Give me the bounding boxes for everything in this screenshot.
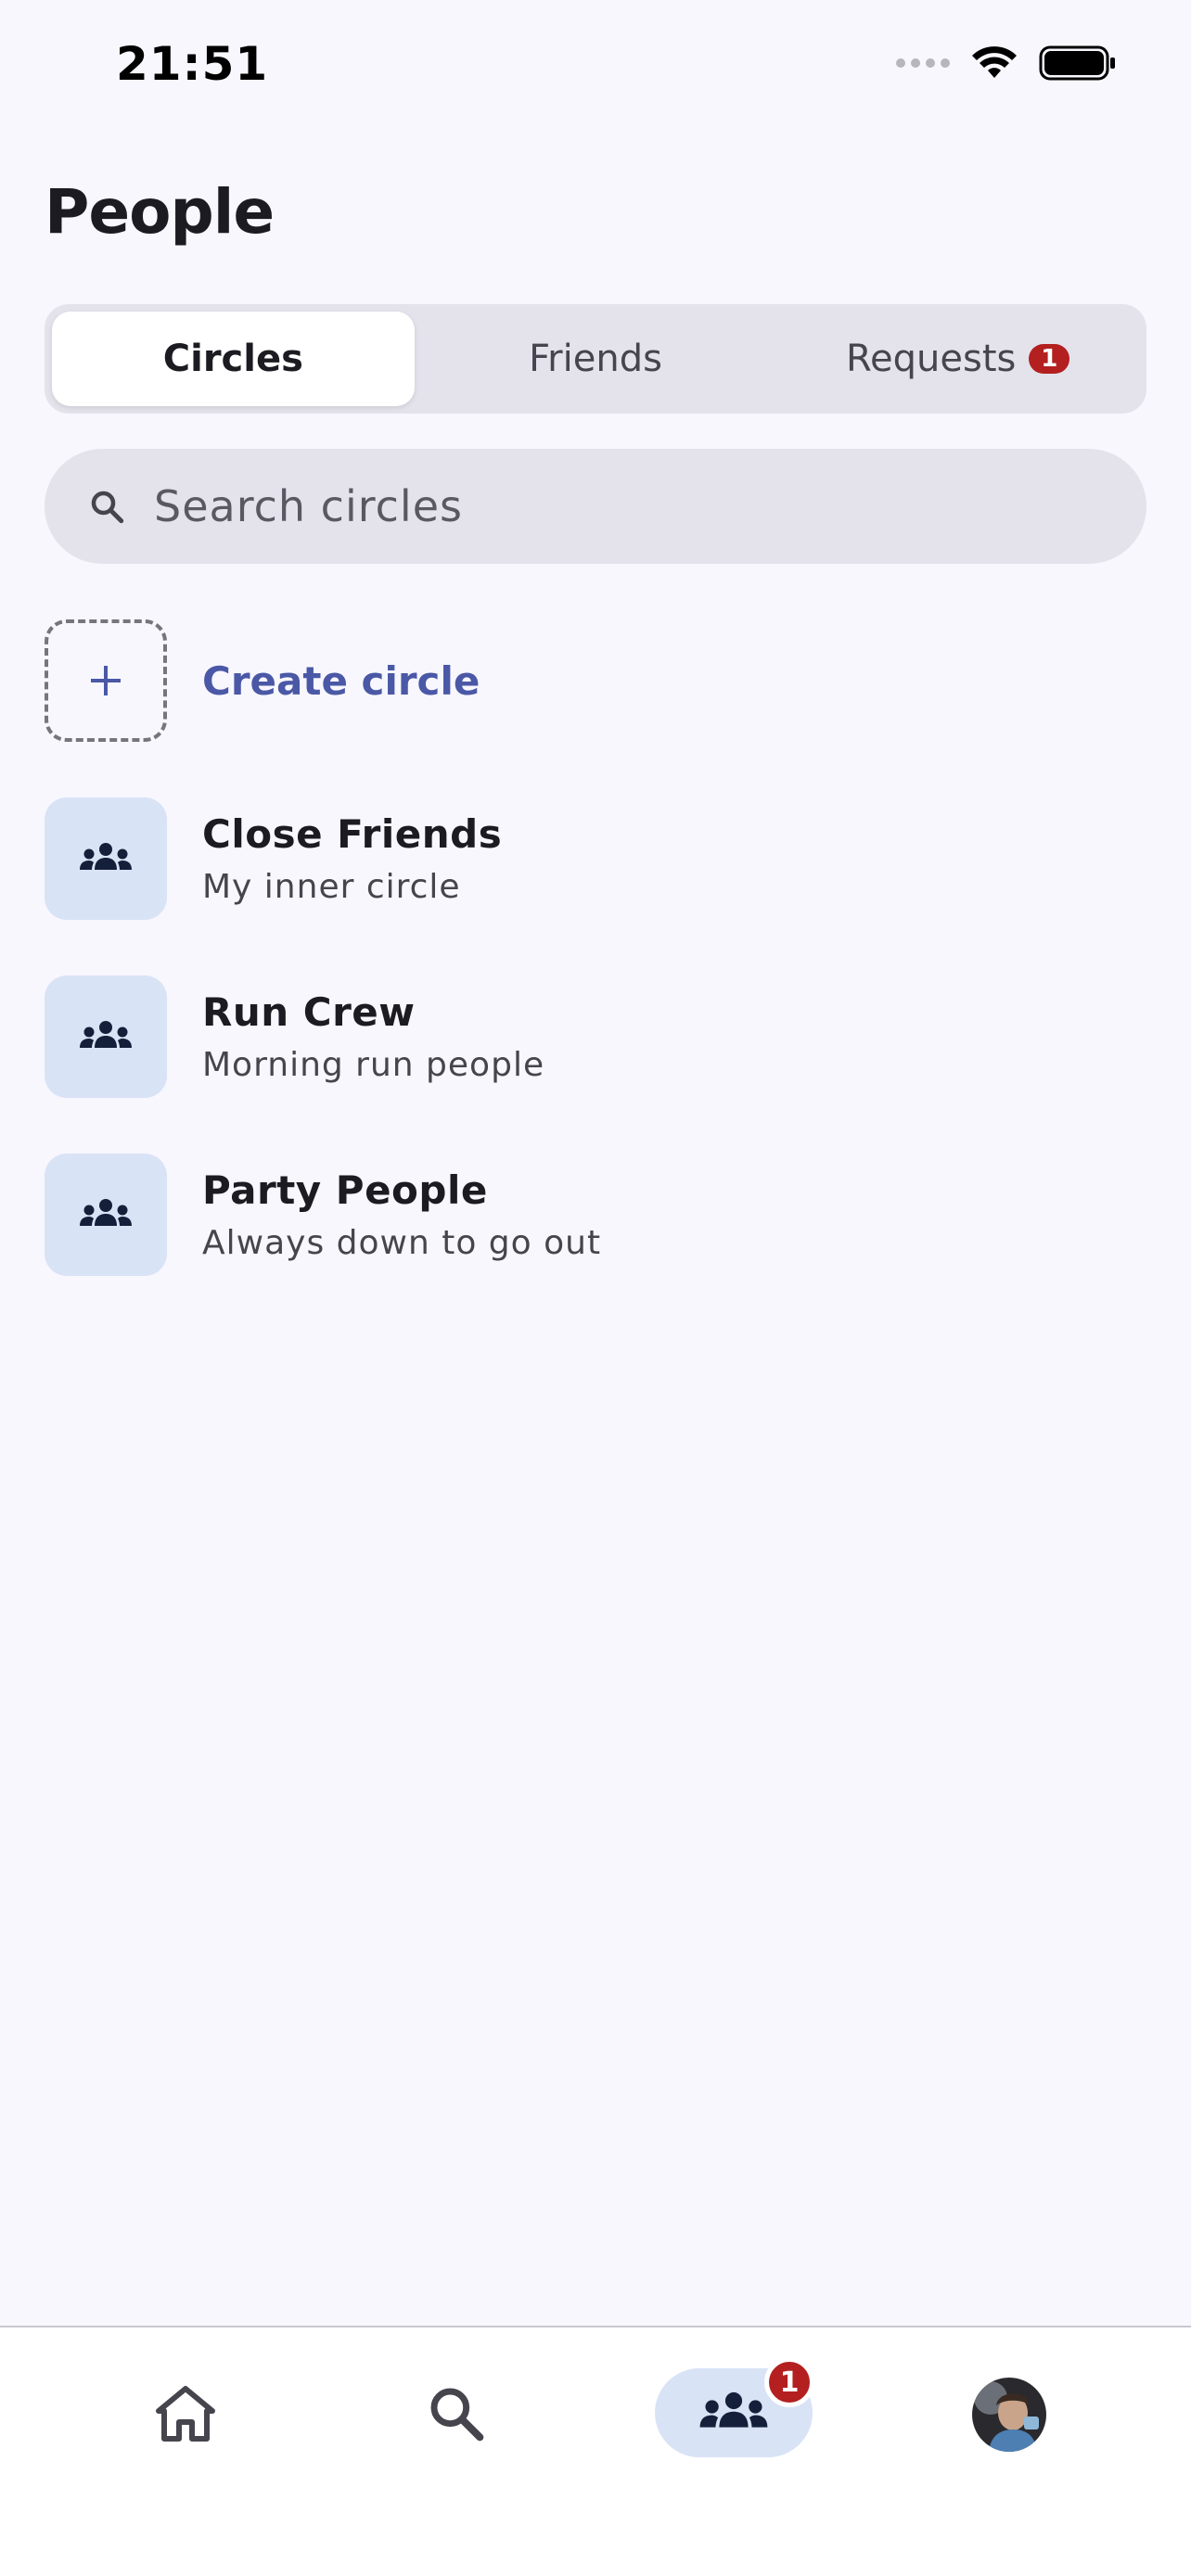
list-item-text: Run Crew Morning run people <box>202 989 544 1084</box>
nav-people[interactable]: 1 <box>655 2357 814 2457</box>
avatar <box>972 2378 1046 2452</box>
segmented-tabs: Circles Friends Requests 1 <box>45 304 1146 414</box>
plus-icon <box>91 666 121 695</box>
list-item[interactable]: Party People Always down to go out <box>45 1154 1146 1276</box>
cellular-signal-icon <box>896 58 950 68</box>
home-icon <box>156 2386 215 2442</box>
people-badge: 1 <box>764 2357 814 2407</box>
wifi-icon <box>972 46 1017 78</box>
circle-title: Party People <box>202 1167 488 1213</box>
create-circle-tile <box>45 619 167 742</box>
page-title: People <box>45 176 275 248</box>
circle-subtitle: My inner circle <box>202 868 461 906</box>
nav-search[interactable] <box>410 2363 503 2465</box>
circle-title: Close Friends <box>202 811 503 857</box>
group-icon <box>80 843 132 870</box>
nav-profile[interactable] <box>972 2378 1046 2452</box>
circle-subtitle: Always down to go out <box>202 1224 602 1262</box>
create-circle-label: Create circle <box>202 657 480 704</box>
list-item-text: Party People Always down to go out <box>202 1167 601 1262</box>
circle-title: Run Crew <box>202 989 416 1035</box>
list-item-text: Close Friends My inner circle <box>202 811 502 906</box>
people-screen: 21:51 People Circles Friends Requests 1 … <box>0 0 1191 2576</box>
list-item[interactable]: Close Friends My inner circle <box>45 797 1146 920</box>
status-icons <box>896 45 1117 82</box>
group-icon <box>80 1021 132 1048</box>
nav-home[interactable] <box>139 2363 232 2465</box>
circle-subtitle: Morning run people <box>202 1046 545 1084</box>
search-icon <box>430 2388 484 2442</box>
create-circle-button[interactable]: Create circle <box>45 619 1146 742</box>
tab-label: Circles <box>162 338 303 380</box>
tab-label: Friends <box>529 338 662 380</box>
tab-label: Requests <box>846 338 1017 380</box>
group-icon <box>699 2391 768 2428</box>
circle-tile <box>45 976 167 1098</box>
circle-tile <box>45 1154 167 1276</box>
battery-icon <box>1039 45 1115 81</box>
status-time: 21:51 <box>116 37 269 91</box>
requests-badge: 1 <box>1029 344 1070 374</box>
bottom-nav: 1 <box>0 2326 1191 2576</box>
status-bar: 21:51 <box>0 0 1191 139</box>
circle-tile <box>45 797 167 920</box>
tab-circles[interactable]: Circles <box>52 312 415 406</box>
search-input[interactable] <box>154 481 1082 531</box>
tab-friends[interactable]: Friends <box>415 312 777 406</box>
search-icon <box>91 491 124 524</box>
tab-requests[interactable]: Requests 1 <box>776 312 1139 406</box>
group-icon <box>80 1199 132 1226</box>
search-bar[interactable] <box>45 449 1146 564</box>
list-item[interactable]: Run Crew Morning run people <box>45 976 1146 1098</box>
